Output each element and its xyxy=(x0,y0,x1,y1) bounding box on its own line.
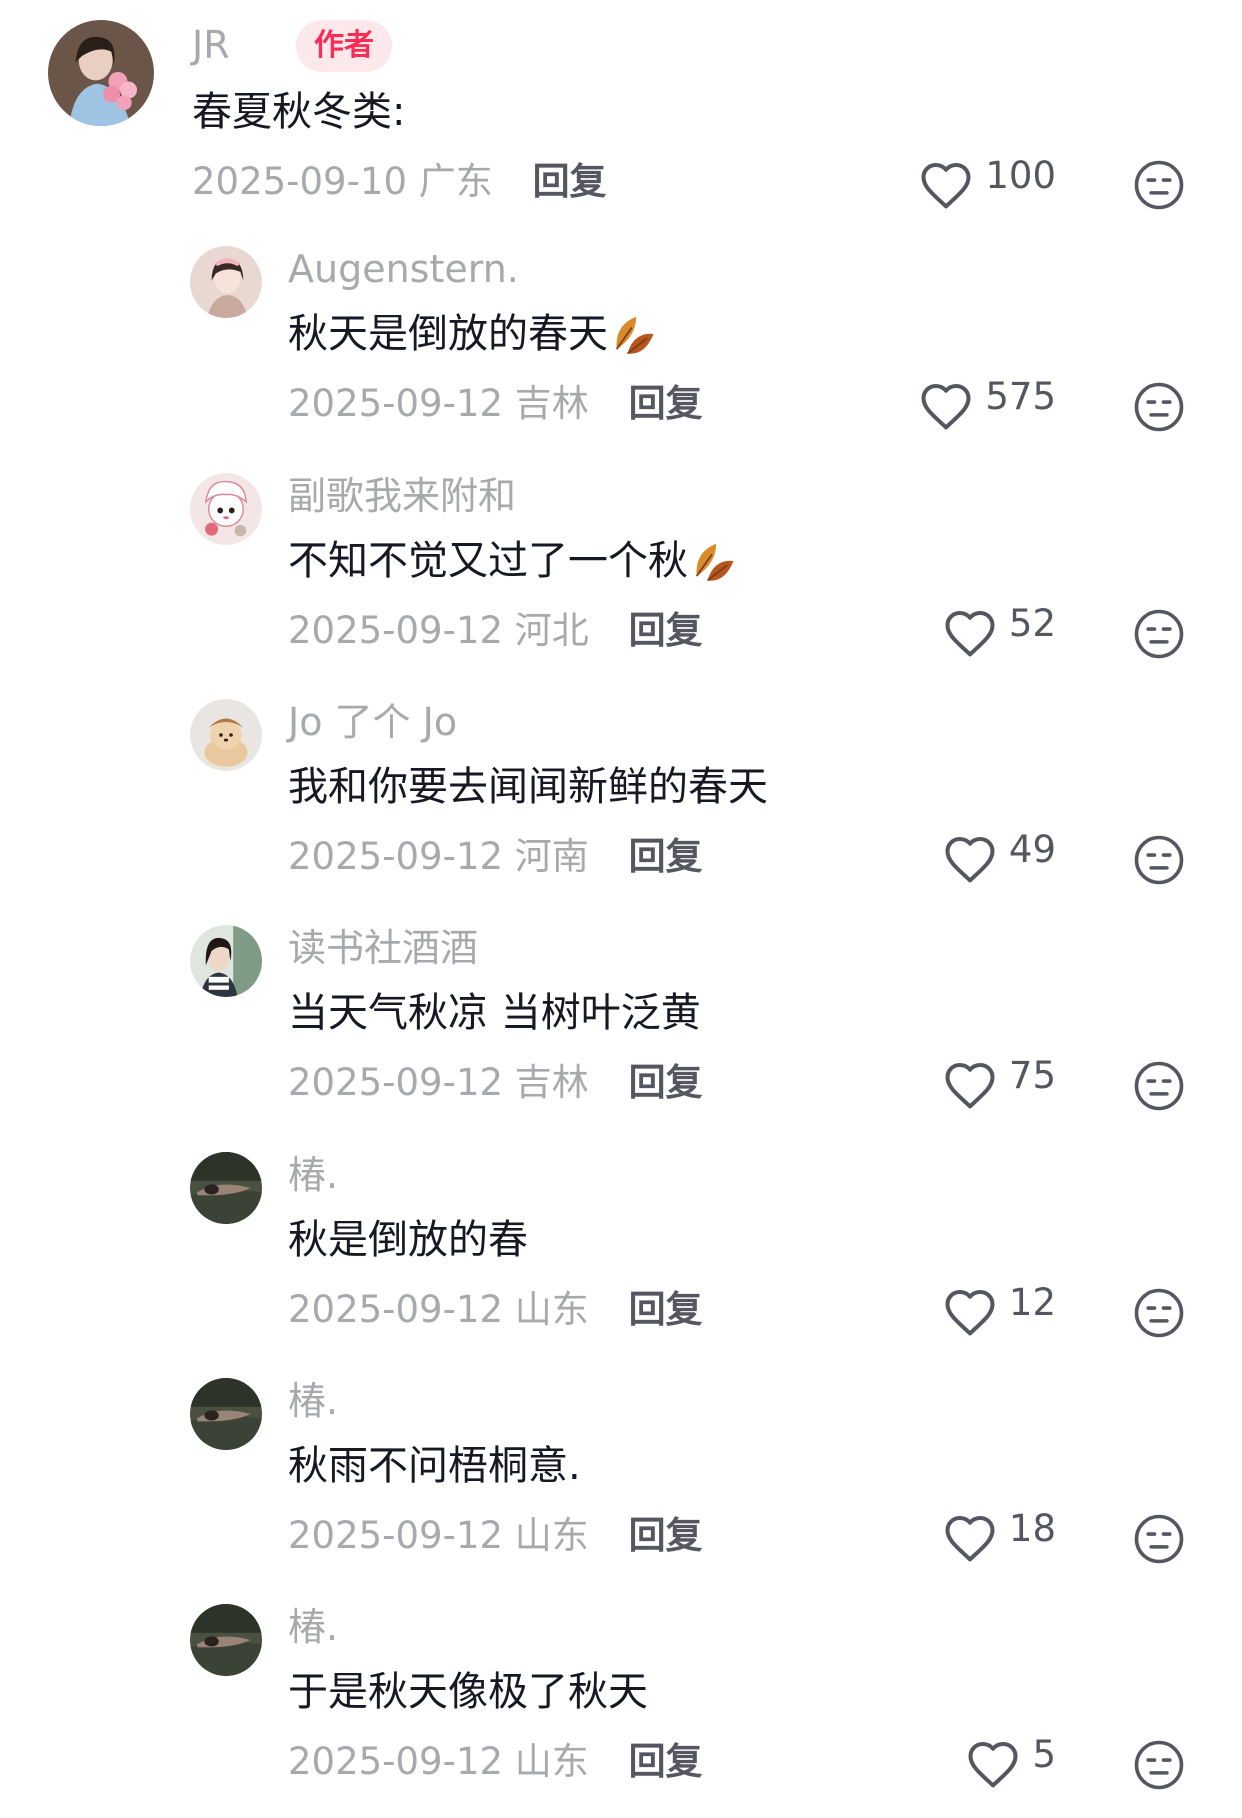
dislike-button[interactable] xyxy=(1132,1059,1186,1113)
reply-button[interactable]: 回复 xyxy=(629,835,703,878)
reply-button[interactable]: 回复 xyxy=(629,1288,703,1331)
like-button[interactable]: 18 xyxy=(943,1506,1056,1562)
comment-username[interactable]: 读书社酒酒 xyxy=(288,925,478,971)
comment-location: 山东 xyxy=(514,1288,589,1331)
avatar[interactable] xyxy=(190,473,262,545)
comment-date: 2025-09-12 xyxy=(288,382,504,425)
neutral-face-icon xyxy=(1134,1740,1184,1790)
reply-button[interactable]: 回复 xyxy=(533,160,607,203)
comment-date: 2025-09-12 xyxy=(288,1514,504,1557)
comment-location: 河北 xyxy=(514,609,589,652)
comment-username[interactable]: 椿. xyxy=(288,1604,338,1650)
dislike-button[interactable] xyxy=(1132,1286,1186,1340)
heart-outline-icon xyxy=(968,1741,1018,1788)
comment-username[interactable]: 椿. xyxy=(288,1152,338,1198)
comment-username[interactable]: JR xyxy=(192,22,230,68)
comment-location: 山东 xyxy=(514,1740,589,1783)
comment-location: 河南 xyxy=(514,835,589,878)
like-count: 5 xyxy=(1032,1733,1056,1776)
heart-outline-icon xyxy=(945,1289,995,1336)
comment-text: 秋天是倒放的春天 xyxy=(288,308,660,360)
like-button[interactable]: 49 xyxy=(943,827,1056,883)
comment-username[interactable]: Augenstern. xyxy=(288,246,519,292)
comment-meta: 2025-09-12 吉林 回复 xyxy=(288,380,703,428)
avatar[interactable] xyxy=(190,699,262,771)
avatar[interactable] xyxy=(190,1152,262,1224)
like-button[interactable]: 12 xyxy=(943,1280,1056,1336)
like-count: 100 xyxy=(985,154,1056,197)
comment-meta: 2025-09-12 河南 回复 xyxy=(288,833,703,881)
comment-location: 广东 xyxy=(418,160,493,203)
comment-username[interactable]: 椿. xyxy=(288,1378,338,1424)
neutral-face-icon xyxy=(1134,609,1184,659)
reply-button[interactable]: 回复 xyxy=(629,1061,703,1104)
dislike-button[interactable] xyxy=(1132,1512,1186,1566)
comment-meta: 2025-09-12 山东 回复 xyxy=(288,1512,703,1560)
comment-text: 当天气秋凉 当树叶泛黄 xyxy=(288,990,701,1036)
comment-date: 2025-09-10 xyxy=(192,160,408,203)
neutral-face-icon xyxy=(1134,1061,1184,1111)
like-count: 12 xyxy=(1008,1281,1056,1324)
like-count: 575 xyxy=(985,375,1056,418)
neutral-face-icon xyxy=(1134,1514,1184,1564)
avatar[interactable] xyxy=(48,20,154,126)
reply-button[interactable]: 回复 xyxy=(629,382,703,425)
reply-button[interactable]: 回复 xyxy=(629,1740,703,1783)
comment-meta: 2025-09-12 山东 回复 xyxy=(288,1286,703,1334)
comment-location: 山东 xyxy=(514,1514,589,1557)
like-button[interactable]: 575 xyxy=(919,374,1056,430)
comment-text: 于是秋天像极了秋天 xyxy=(288,1669,648,1715)
heart-outline-icon xyxy=(945,836,995,883)
comment-date: 2025-09-12 xyxy=(288,609,504,652)
comment-username[interactable]: 副歌我来附和 xyxy=(288,473,516,519)
comment-text: 秋是倒放的春 xyxy=(288,1217,528,1263)
fallen-leaf-emoji xyxy=(688,535,740,587)
like-count: 49 xyxy=(1008,828,1056,871)
comment-meta: 2025-09-12 山东 回复 xyxy=(288,1738,703,1786)
reply-button[interactable]: 回复 xyxy=(629,609,703,652)
author-badge: 作者 xyxy=(296,20,392,72)
neutral-face-icon xyxy=(1134,382,1184,432)
neutral-face-icon xyxy=(1134,835,1184,885)
dislike-button[interactable] xyxy=(1132,380,1186,434)
comment-meta: 2025-09-12 吉林 回复 xyxy=(288,1059,703,1107)
comment-text: 我和你要去闻闻新鲜的春天 xyxy=(288,764,768,810)
comment-location: 吉林 xyxy=(514,1061,589,1104)
heart-outline-icon xyxy=(945,610,995,657)
comment-date: 2025-09-12 xyxy=(288,1740,504,1783)
heart-outline-icon xyxy=(945,1062,995,1109)
avatar[interactable] xyxy=(190,925,262,997)
like-button[interactable]: 52 xyxy=(943,601,1056,657)
like-count: 75 xyxy=(1008,1054,1056,1097)
fallen-leaf-emoji xyxy=(608,308,660,360)
dislike-button[interactable] xyxy=(1132,1738,1186,1792)
comment-text: 春夏秋冬类: xyxy=(192,89,406,135)
reply-button[interactable]: 回复 xyxy=(629,1514,703,1557)
like-count: 18 xyxy=(1008,1507,1056,1550)
comment-date: 2025-09-12 xyxy=(288,1061,504,1104)
comment-meta: 2025-09-10 广东 回复 xyxy=(192,158,607,206)
avatar[interactable] xyxy=(190,1604,262,1676)
like-count: 52 xyxy=(1008,602,1056,645)
heart-outline-icon xyxy=(921,162,971,209)
neutral-face-icon xyxy=(1134,160,1184,210)
neutral-face-icon xyxy=(1134,1288,1184,1338)
like-button[interactable]: 5 xyxy=(966,1732,1056,1788)
dislike-button[interactable] xyxy=(1132,833,1186,887)
avatar[interactable] xyxy=(190,1378,262,1450)
heart-outline-icon xyxy=(921,383,971,430)
like-button[interactable]: 100 xyxy=(919,153,1056,209)
comment-location: 吉林 xyxy=(514,382,589,425)
dislike-button[interactable] xyxy=(1132,158,1186,212)
comment-meta: 2025-09-12 河北 回复 xyxy=(288,607,703,655)
avatar[interactable] xyxy=(190,246,262,318)
heart-outline-icon xyxy=(945,1515,995,1562)
comment-text: 不知不觉又过了一个秋 xyxy=(288,535,740,587)
dislike-button[interactable] xyxy=(1132,607,1186,661)
comment-date: 2025-09-12 xyxy=(288,835,504,878)
comment-date: 2025-09-12 xyxy=(288,1288,504,1331)
like-button[interactable]: 75 xyxy=(943,1053,1056,1109)
comment-text: 秋雨不问梧桐意. xyxy=(288,1443,581,1489)
comment-username[interactable]: Jo 了个 Jo xyxy=(288,699,457,745)
